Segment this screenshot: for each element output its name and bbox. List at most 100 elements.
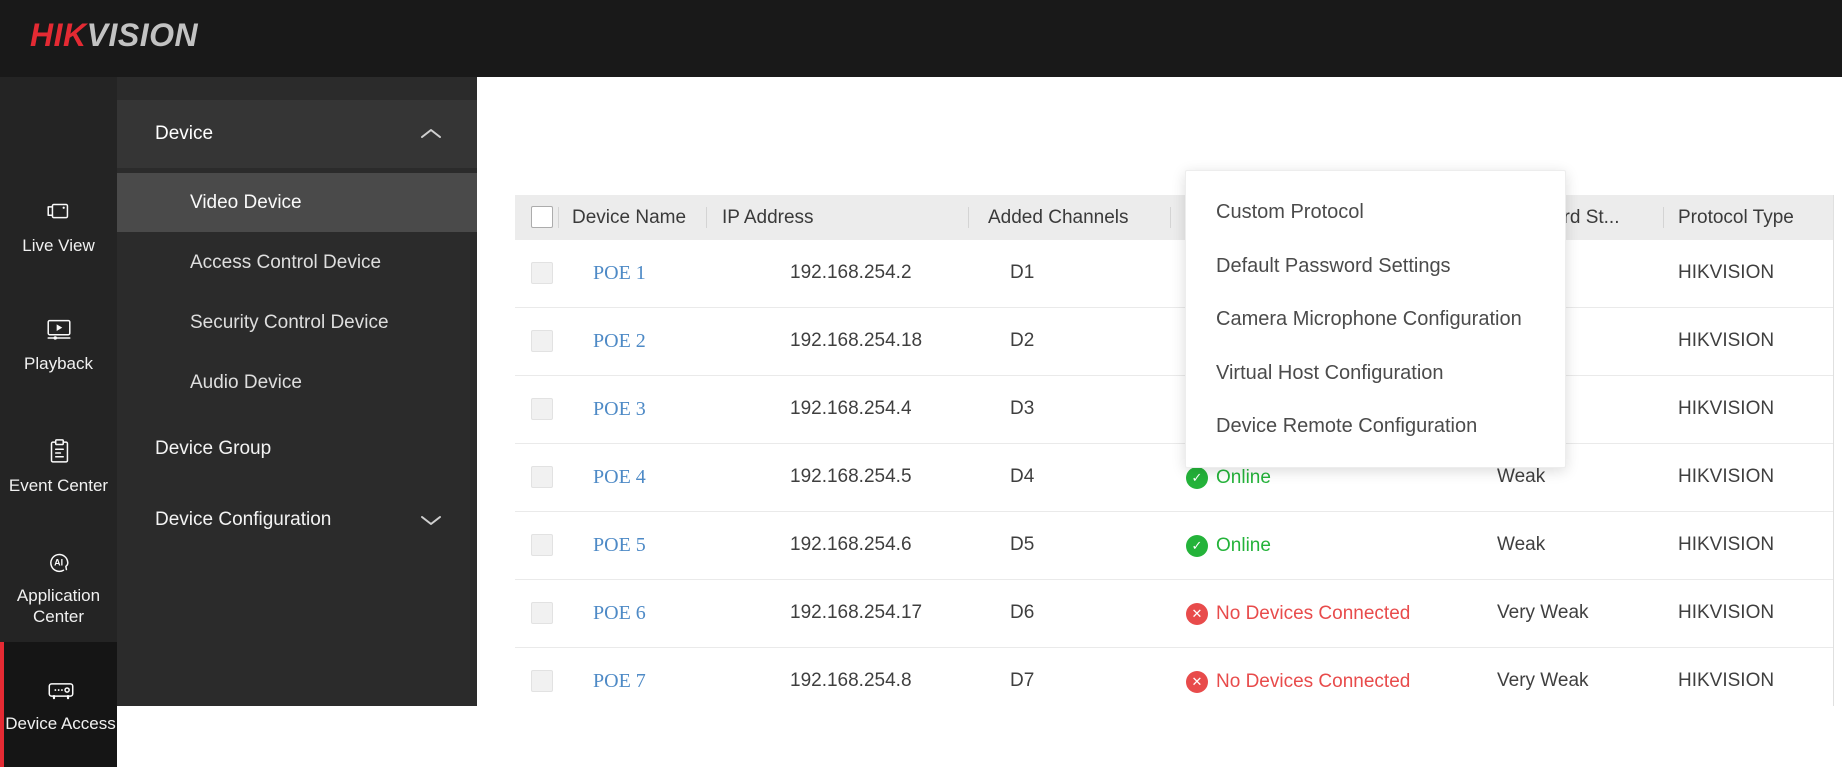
more-menu-item[interactable]: Virtual Host Configuration (1186, 347, 1565, 401)
added-channels-value: D2 (1010, 330, 1035, 351)
status-text: No Devices Connected (1216, 602, 1411, 624)
table-row: POE 1 192.168.254.2 D1 HIKVISION (515, 240, 1833, 308)
table-header: Device Name IP Address Added Channels Pa… (515, 195, 1833, 240)
added-channels-value: D7 (1010, 670, 1035, 691)
more-menu-item[interactable]: Custom Protocol (1186, 186, 1565, 240)
sidebar-item-security-control-device[interactable]: Security Control Device (117, 306, 477, 340)
header-device-name: Device Name (572, 207, 687, 228)
ip-address-value: 192.168.254.17 (790, 602, 923, 623)
protocol-type-value: HIKVISION (1678, 398, 1775, 419)
hikvision-logo: HIKVISION (30, 17, 198, 54)
more-menu-item[interactable]: Default Password Settings (1186, 240, 1565, 294)
device-name-link[interactable]: POE 3 (593, 376, 646, 442)
nav-item-device-access[interactable]: Device Access (0, 642, 117, 767)
password-strength-value: Very Weak (1497, 602, 1589, 623)
sidebar-item-label: Access Control Device (190, 252, 382, 273)
column-divider (706, 207, 707, 228)
nav-item-playback[interactable]: Playback (0, 315, 117, 374)
status-text: No Devices Connected (1216, 670, 1411, 692)
table-row: POE 2 192.168.254.18 D2 HIKVISION (515, 308, 1833, 376)
more-menu-item[interactable]: Device Remote Configuration (1186, 400, 1565, 454)
device-name-link[interactable]: POE 1 (593, 240, 646, 306)
status-cell: Online (1186, 512, 1271, 579)
protocol-type-value: HIKVISION (1678, 602, 1775, 623)
sidebar-item-label: Device Configuration (155, 509, 332, 530)
row-checkbox[interactable] (531, 466, 553, 488)
row-checkbox[interactable] (531, 398, 553, 420)
nav-item-event-center[interactable]: Event Center (0, 437, 117, 496)
nav-item-label: Live View (22, 236, 95, 255)
sidebar-item-access-control-device[interactable]: Access Control Device (117, 246, 477, 280)
status-icon (1186, 466, 1208, 489)
nav-item-application-center[interactable]: AI Application Center (0, 547, 117, 628)
select-all-checkbox[interactable] (531, 206, 553, 228)
status-cell: No Devices Connected (1186, 580, 1410, 647)
device-table: Device Name IP Address Added Channels Pa… (515, 195, 1834, 706)
ai-head-icon: AI (44, 547, 74, 577)
status-icon (1186, 670, 1208, 693)
header-ip-address: IP Address (722, 207, 814, 228)
ip-address-value: 192.168.254.2 (790, 262, 912, 283)
top-bar: HIKVISION (0, 0, 1842, 77)
nvr-device-icon (45, 675, 77, 705)
chevron-up-icon (418, 127, 444, 141)
protocol-type-value: HIKVISION (1678, 330, 1775, 351)
more-menu-item[interactable]: Camera Microphone Configuration (1186, 293, 1565, 347)
sidebar-item-device-configuration[interactable]: Device Configuration (117, 503, 477, 537)
device-name-link[interactable]: POE 6 (593, 580, 646, 646)
ip-address-value: 192.168.254.18 (790, 330, 923, 351)
chevron-down-icon (418, 513, 444, 527)
protocol-type-value: HIKVISION (1678, 534, 1775, 555)
row-checkbox[interactable] (531, 602, 553, 624)
ip-address-value: 192.168.254.5 (790, 466, 912, 487)
nav-item-label: Device Access (5, 713, 116, 733)
nav-item-label: Playback (24, 354, 93, 373)
row-checkbox[interactable] (531, 330, 553, 352)
sidebar-item-device-group[interactable]: Device Group (117, 432, 477, 466)
table-body: POE 1 192.168.254.2 D1 HIKVISION POE 2 1… (515, 240, 1833, 706)
added-channels-value: D1 (1010, 262, 1035, 283)
added-channels-value: D4 (1010, 466, 1035, 487)
protocol-type-value: HIKVISION (1678, 670, 1775, 691)
sidebar-item-label: Device Group (155, 438, 272, 459)
sidebar-item-label: Video Device (190, 191, 302, 213)
sidebar-item-label: Security Control Device (190, 312, 389, 333)
status-text: Online (1216, 534, 1271, 556)
row-checkbox[interactable] (531, 262, 553, 284)
ip-address-value: 192.168.254.4 (790, 398, 912, 419)
nav-item-live-view[interactable]: Live View (0, 197, 117, 256)
device-name-link[interactable]: POE 4 (593, 444, 646, 510)
header-added-channels: Added Channels (988, 207, 1129, 228)
ip-address-value: 192.168.254.8 (790, 670, 912, 691)
column-divider (968, 207, 969, 228)
device-name-link[interactable]: POE 5 (593, 512, 646, 578)
table-row: POE 5 192.168.254.6 D5 Online Weak HIKVI… (515, 512, 1833, 580)
password-strength-value: Very Weak (1497, 670, 1589, 691)
status-icon (1186, 534, 1208, 557)
ip-address-value: 192.168.254.6 (790, 534, 912, 555)
playback-monitor-icon (44, 315, 74, 345)
row-checkbox[interactable] (531, 670, 553, 692)
nav-item-label: Event Center (8, 476, 109, 495)
table-row: POE 4 192.168.254.5 D4 Online Weak HIKVI… (515, 444, 1833, 512)
sidebar-item-label: Audio Device (190, 372, 302, 393)
table-row: POE 6 192.168.254.17 D6 No Devices Conne… (515, 580, 1833, 648)
more-menu: Custom Protocol Default Password Settings… (1185, 170, 1566, 468)
device-name-link[interactable]: POE 7 (593, 648, 646, 706)
nav-rail: Live View Playback Event Center AI Appli… (0, 77, 117, 767)
column-divider (1170, 207, 1171, 228)
sidebar-item-audio-device[interactable]: Audio Device (117, 366, 477, 400)
logo-text-secondary: VISION (86, 17, 199, 53)
sidebar-section-device[interactable]: Device (117, 100, 477, 168)
sidebar-item-video-device[interactable]: Video Device (117, 173, 477, 232)
added-channels-value: D6 (1010, 602, 1035, 623)
added-channels-value: D3 (1010, 398, 1035, 419)
status-cell: No Devices Connected (1186, 648, 1410, 706)
protocol-type-value: HIKVISION (1678, 466, 1775, 487)
device-name-link[interactable]: POE 2 (593, 308, 646, 374)
row-checkbox[interactable] (531, 534, 553, 556)
logo-text-primary: HIK (30, 17, 87, 53)
video-camera-icon (44, 197, 74, 227)
nav-item-label: Application Center (16, 586, 101, 627)
column-divider (1663, 207, 1664, 228)
